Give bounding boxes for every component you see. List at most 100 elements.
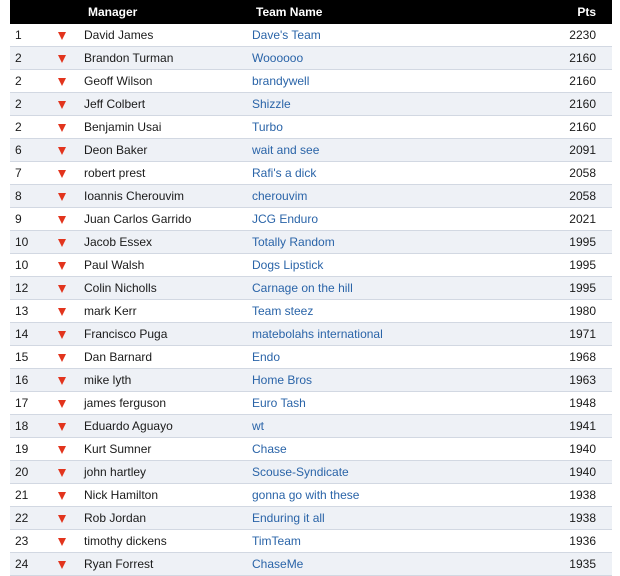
down-arrow-icon — [58, 31, 66, 40]
manager-cell: mark Kerr — [82, 299, 250, 323]
manager-cell: john hartley — [82, 460, 250, 484]
team-cell: Rafi's a dick — [250, 161, 540, 185]
down-arrow-icon — [58, 491, 66, 500]
movement-cell — [48, 345, 82, 369]
rank-cell: 21 — [10, 483, 48, 507]
team-cell: Scouse-Syndicate — [250, 460, 540, 484]
down-arrow-icon — [58, 422, 66, 431]
team-cell: Dogs Lipstick — [250, 253, 540, 277]
rank-cell: 2 — [10, 46, 48, 70]
table-header: Manager Team Name Pts — [10, 0, 612, 24]
team-name-link[interactable]: cherouvim — [252, 189, 307, 203]
team-name-link[interactable]: Totally Random — [252, 235, 335, 249]
movement-cell — [48, 460, 82, 484]
team-name-link[interactable]: Chase — [252, 442, 287, 456]
manager-cell: Ryan Forrest — [82, 552, 250, 576]
rank-cell: 12 — [10, 276, 48, 300]
points-cell: 2058 — [540, 161, 612, 185]
team-name-link[interactable]: Dogs Lipstick — [252, 258, 323, 272]
rank-cell: 2 — [10, 69, 48, 93]
rank-cell: 17 — [10, 391, 48, 415]
team-cell: Euro Tash — [250, 391, 540, 415]
team-cell: Woooooo — [250, 46, 540, 70]
down-arrow-icon — [58, 146, 66, 155]
table-row: 23 timothy dickens TimTeam 1936 — [10, 529, 612, 553]
rank-cell: 7 — [10, 161, 48, 185]
table-row: 20 john hartley Scouse-Syndicate 1940 — [10, 460, 612, 484]
team-cell: Totally Random — [250, 230, 540, 254]
down-arrow-icon — [58, 77, 66, 86]
movement-cell — [48, 138, 82, 162]
down-arrow-icon — [58, 399, 66, 408]
league-standings-table: Manager Team Name Pts 1 David James Dave's… — [10, 0, 612, 576]
team-name-link[interactable]: Dave's Team — [252, 28, 321, 42]
team-name-link[interactable]: JCG Enduro — [252, 212, 318, 226]
team-name-link[interactable]: Team steez — [252, 304, 313, 318]
movement-cell — [48, 483, 82, 507]
table-row: 10 Jacob Essex Totally Random 1995 — [10, 230, 612, 254]
team-name-link[interactable]: ChaseMe — [252, 557, 303, 571]
movement-cell — [48, 322, 82, 346]
table-row: 12 Colin Nicholls Carnage on the hill 1995 — [10, 276, 612, 300]
team-name-link[interactable]: TimTeam — [252, 534, 301, 548]
team-cell: Shizzle — [250, 92, 540, 116]
movement-cell — [48, 276, 82, 300]
movement-cell — [48, 92, 82, 116]
team-name-link[interactable]: Endo — [252, 350, 280, 364]
team-cell: JCG Enduro — [250, 207, 540, 231]
table-row: 2 Brandon Turman Woooooo 2160 — [10, 46, 612, 70]
team-name-link[interactable]: wait and see — [252, 143, 319, 157]
points-cell: 1940 — [540, 460, 612, 484]
table-row: 21 Nick Hamilton gonna go with these 1938 — [10, 483, 612, 507]
rank-cell: 19 — [10, 437, 48, 461]
team-name-link[interactable]: brandywell — [252, 74, 309, 88]
team-name-link[interactable]: matebolahs international — [252, 327, 383, 341]
movement-cell — [48, 115, 82, 139]
table-row: 18 Eduardo Aguayo wt 1941 — [10, 414, 612, 438]
points-cell: 2091 — [540, 138, 612, 162]
header-rank — [10, 0, 48, 24]
team-cell: Endo — [250, 345, 540, 369]
points-cell: 1941 — [540, 414, 612, 438]
team-name-link[interactable]: Turbo — [252, 120, 283, 134]
table-row: 10 Paul Walsh Dogs Lipstick 1995 — [10, 253, 612, 277]
down-arrow-icon — [58, 215, 66, 224]
table-row: 1 David James Dave's Team 2230 — [10, 24, 612, 47]
header-points[interactable]: Pts — [540, 0, 612, 24]
table-row: 8 Ioannis Cherouvim cherouvim 2058 — [10, 184, 612, 208]
movement-cell — [48, 230, 82, 254]
manager-cell: robert prest — [82, 161, 250, 185]
down-arrow-icon — [58, 330, 66, 339]
table-row: 6 Deon Baker wait and see 2091 — [10, 138, 612, 162]
team-name-link[interactable]: gonna go with these — [252, 488, 359, 502]
manager-cell: Francisco Puga — [82, 322, 250, 346]
table-body: 1 David James Dave's Team 2230 2 Brandon Turm… — [10, 24, 612, 576]
team-name-link[interactable]: Home Bros — [252, 373, 312, 387]
points-cell: 1980 — [540, 299, 612, 323]
manager-cell: Deon Baker — [82, 138, 250, 162]
team-name-link[interactable]: Rafi's a dick — [252, 166, 316, 180]
manager-cell: Colin Nicholls — [82, 276, 250, 300]
team-name-link[interactable]: Euro Tash — [252, 396, 306, 410]
header-team-name[interactable]: Team Name — [250, 0, 540, 24]
team-name-link[interactable]: Shizzle — [252, 97, 291, 111]
manager-cell: mike lyth — [82, 368, 250, 392]
team-name-link[interactable]: wt — [252, 419, 264, 433]
header-manager[interactable]: Manager — [82, 0, 250, 24]
team-cell: brandywell — [250, 69, 540, 93]
team-name-link[interactable]: Scouse-Syndicate — [252, 465, 349, 479]
table-row: 15 Dan Barnard Endo 1968 — [10, 345, 612, 369]
points-cell: 2160 — [540, 69, 612, 93]
manager-cell: Benjamin Usai — [82, 115, 250, 139]
rank-cell: 9 — [10, 207, 48, 231]
rank-cell: 10 — [10, 230, 48, 254]
team-name-link[interactable]: Enduring it all — [252, 511, 325, 525]
manager-cell: james ferguson — [82, 391, 250, 415]
rank-cell: 10 — [10, 253, 48, 277]
team-name-link[interactable]: Woooooo — [252, 51, 303, 65]
table-row: 7 robert prest Rafi's a dick 2058 — [10, 161, 612, 185]
movement-cell — [48, 506, 82, 530]
team-name-link[interactable]: Carnage on the hill — [252, 281, 353, 295]
down-arrow-icon — [58, 284, 66, 293]
rank-cell: 18 — [10, 414, 48, 438]
